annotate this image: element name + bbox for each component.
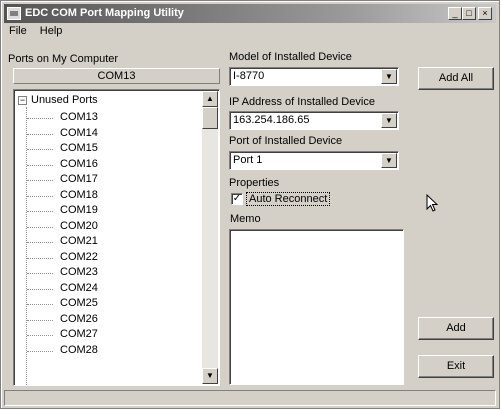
list-item[interactable]: COM24 [22,281,98,297]
minimize-button[interactable]: _ [448,7,462,20]
ports-group-label: Ports on My Computer [8,53,119,65]
window-title: EDC COM Port Mapping Utility [25,7,184,19]
port-list: COM13 COM14 COM15 COM16 COM17 COM18 COM19 COM20… [22,110,98,358]
menu-help[interactable]: Help [35,24,68,38]
list-item[interactable]: COM20 [22,219,98,235]
list-item[interactable]: COM26 [22,312,98,328]
ports-scrollbar[interactable]: ▲ ▼ [202,91,218,384]
port-select[interactable]: Port 1 ▼ [229,151,399,170]
port-value: Port 1 [233,154,263,166]
list-item[interactable]: COM18 [22,188,98,204]
status-bar [4,390,496,406]
port-label: Port of Installed Device [229,135,343,147]
list-item[interactable]: COM17 [22,172,98,188]
list-item[interactable]: COM14 [22,126,98,142]
title-bar[interactable]: EDC COM Port Mapping Utility _ □ × [4,4,496,23]
chevron-down-icon[interactable]: ▼ [381,153,397,168]
scroll-thumb[interactable] [202,107,218,129]
memo-textarea[interactable] [229,229,404,385]
properties-label: Properties [229,177,280,189]
list-item[interactable]: COM22 [22,250,98,266]
add-all-button[interactable]: Add All [418,67,494,90]
scroll-up-icon[interactable]: ▲ [202,91,218,107]
mouse-cursor-icon [426,194,439,212]
tree-root-label: Unused Ports [31,94,98,106]
auto-reconnect-checkbox[interactable]: ✓ Auto Reconnect [231,192,331,206]
chevron-down-icon[interactable]: ▼ [381,113,397,128]
list-item[interactable]: COM21 [22,234,98,250]
ip-select[interactable]: 163.254.186.65 ▼ [229,111,399,130]
list-item[interactable]: COM27 [22,327,98,343]
tree-root-unused-ports[interactable]: − Unused Ports [18,94,98,106]
selected-port-header: COM13 [13,68,220,84]
model-label: Model of Installed Device [229,51,352,63]
model-value: I-8770 [233,70,265,82]
list-item[interactable]: COM15 [22,141,98,157]
maximize-button[interactable]: □ [462,7,476,20]
exit-button[interactable]: Exit [418,355,494,378]
list-item[interactable]: COM16 [22,157,98,173]
close-button[interactable]: × [478,7,492,20]
scroll-down-icon[interactable]: ▼ [202,368,218,384]
main-window: EDC COM Port Mapping Utility _ □ × File … [0,0,500,409]
add-button[interactable]: Add [418,317,494,340]
ip-value: 163.254.186.65 [233,114,310,126]
list-item[interactable]: COM28 [22,343,98,359]
ip-label: IP Address of Installed Device [229,96,375,108]
menu-bar: File Help [4,24,67,40]
app-icon [7,7,21,20]
menu-file[interactable]: File [4,24,32,38]
list-item[interactable]: COM13 [22,110,98,126]
memo-label: Memo [230,213,261,225]
checkbox-icon[interactable]: ✓ [231,193,243,205]
list-item[interactable]: COM23 [22,265,98,281]
list-item[interactable]: COM25 [22,296,98,312]
ports-tree[interactable]: − Unused Ports COM13 COM14 COM15 COM16 COM17 C… [13,89,220,386]
collapse-icon[interactable]: − [18,95,27,105]
auto-reconnect-label[interactable]: Auto Reconnect [246,192,331,206]
model-select[interactable]: I-8770 ▼ [229,67,399,86]
list-item[interactable]: COM19 [22,203,98,219]
chevron-down-icon[interactable]: ▼ [381,69,397,84]
